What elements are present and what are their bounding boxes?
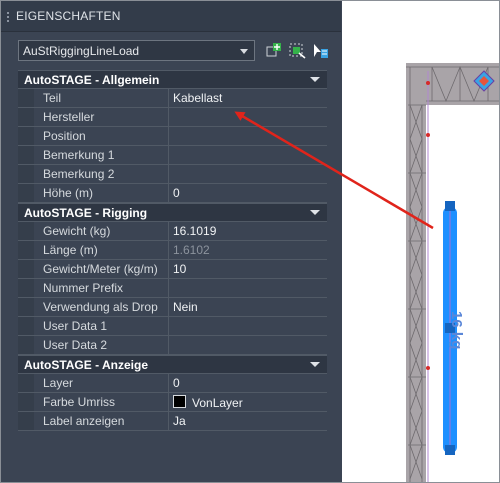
- drawing-viewport[interactable]: 16 kg: [342, 1, 499, 482]
- property-row-hoehe[interactable]: Höhe (m) 0: [18, 184, 327, 203]
- property-label: Layer: [43, 376, 74, 390]
- property-label-cell: Teil: [18, 89, 169, 107]
- property-label-cell: Nummer Prefix: [18, 279, 169, 297]
- property-value[interactable]: 10: [173, 262, 186, 276]
- property-label: User Data 1: [43, 319, 108, 333]
- property-value[interactable]: 16.1019: [173, 224, 216, 238]
- property-label: Höhe (m): [43, 186, 94, 200]
- quick-select-button[interactable]: [264, 41, 284, 61]
- property-row-hersteller[interactable]: Hersteller: [18, 108, 327, 127]
- property-label-cell: Gewicht/Meter (kg/m): [18, 260, 169, 278]
- window-frame: EIGENSCHAFTEN AuStRiggingLineLoad AutoST…: [0, 0, 500, 483]
- truss-opening: [426, 105, 499, 482]
- truss-drawing: 16 kg: [406, 63, 499, 482]
- color-swatch: [173, 395, 186, 408]
- property-label-cell: Länge (m): [18, 241, 169, 259]
- color-value[interactable]: VonLayer: [173, 395, 243, 410]
- collapse-icon[interactable]: [310, 362, 320, 367]
- node-marker: [426, 366, 430, 370]
- property-label-cell: User Data 1: [18, 317, 169, 335]
- object-type-select[interactable]: AuStRiggingLineLoad: [18, 40, 255, 61]
- property-row-nummer-prefix[interactable]: Nummer Prefix: [18, 279, 327, 298]
- palette-title: EIGENSCHAFTEN: [16, 9, 121, 23]
- property-row-user-data-1[interactable]: User Data 1: [18, 317, 327, 336]
- property-label: Teil: [43, 91, 62, 105]
- property-label-cell: Bemerkung 1: [18, 146, 169, 164]
- property-label: Bemerkung 2: [43, 167, 115, 181]
- property-row-user-data-2[interactable]: User Data 2: [18, 336, 327, 355]
- property-label-cell: Label anzeigen: [18, 412, 169, 430]
- collapse-icon[interactable]: [310, 77, 320, 82]
- property-label: Gewicht (kg): [43, 224, 111, 238]
- select-objects-button[interactable]: [287, 41, 307, 61]
- property-label: Nummer Prefix: [43, 281, 124, 295]
- section-allgemein[interactable]: AutoSTAGE - Allgemein: [18, 70, 327, 89]
- property-label: User Data 2: [43, 338, 108, 352]
- property-label-cell: Bemerkung 2: [18, 165, 169, 183]
- collapse-icon[interactable]: [310, 210, 320, 215]
- palette-titlebar[interactable]: EIGENSCHAFTEN: [1, 1, 341, 32]
- property-row-label-anzeigen[interactable]: Label anzeigen Ja: [18, 412, 327, 431]
- property-row-teil[interactable]: Teil Kabellast: [18, 89, 327, 108]
- property-label: Position: [43, 129, 86, 143]
- section-title: AutoSTAGE - Anzeige: [24, 358, 148, 372]
- property-label-cell: Höhe (m): [18, 184, 169, 202]
- property-value[interactable]: Kabellast: [173, 91, 222, 105]
- property-row-position[interactable]: Position: [18, 127, 327, 146]
- node-marker: [426, 81, 430, 85]
- node-marker: [426, 133, 430, 137]
- property-row-gewicht-meter[interactable]: Gewicht/Meter (kg/m) 10: [18, 260, 327, 279]
- property-row-laenge: Länge (m) 1.6102: [18, 241, 327, 260]
- toggle-pickadd-icon: [314, 44, 328, 58]
- property-label: Label anzeigen: [43, 414, 125, 428]
- section-anzeige[interactable]: AutoSTAGE - Anzeige: [18, 355, 327, 374]
- property-label: Farbe Umriss: [43, 395, 116, 409]
- property-label: Länge (m): [43, 243, 98, 257]
- property-row-bemerkung-2[interactable]: Bemerkung 2: [18, 165, 327, 184]
- property-grid: AutoSTAGE - Allgemein Teil Kabellast Hers…: [18, 70, 327, 431]
- grip-end[interactable]: [445, 445, 455, 455]
- property-label: Bemerkung 1: [43, 148, 115, 162]
- property-value: VonLayer: [192, 396, 243, 410]
- property-label: Hersteller: [43, 110, 95, 124]
- toggle-pickadd-button[interactable]: [310, 41, 330, 61]
- property-row-verwendung-drop[interactable]: Verwendung als Drop Nein: [18, 298, 327, 317]
- property-row-farbe-umriss[interactable]: Farbe Umriss VonLayer: [18, 393, 327, 412]
- chevron-down-icon: [240, 49, 248, 54]
- property-row-layer[interactable]: Layer 0: [18, 374, 327, 393]
- property-row-bemerkung-1[interactable]: Bemerkung 1: [18, 146, 327, 165]
- drag-grip-icon[interactable]: [7, 12, 13, 22]
- property-label: Gewicht/Meter (kg/m): [43, 262, 158, 276]
- property-label-cell: Farbe Umriss: [18, 393, 169, 411]
- quick-select-icon: [266, 43, 281, 57]
- property-label: Verwendung als Drop: [43, 300, 158, 314]
- property-label-cell: Position: [18, 127, 169, 145]
- property-label-cell: User Data 2: [18, 336, 169, 354]
- properties-palette: EIGENSCHAFTEN AuStRiggingLineLoad AutoST…: [1, 1, 341, 482]
- object-type-value: AuStRiggingLineLoad: [23, 44, 140, 58]
- property-value[interactable]: Nein: [173, 300, 198, 314]
- select-objects-icon: [289, 43, 306, 59]
- property-value[interactable]: 0: [173, 376, 180, 390]
- section-title: AutoSTAGE - Allgemein: [24, 73, 160, 87]
- property-label-cell: Verwendung als Drop: [18, 298, 169, 316]
- property-label-cell: Hersteller: [18, 108, 169, 126]
- property-label-cell: Gewicht (kg): [18, 222, 169, 240]
- property-value[interactable]: 0: [173, 186, 180, 200]
- property-value[interactable]: Ja: [173, 414, 186, 428]
- load-label: 16 kg: [448, 311, 465, 349]
- property-row-gewicht[interactable]: Gewicht (kg) 16.1019: [18, 222, 327, 241]
- property-value-readonly: 1.6102: [173, 243, 210, 257]
- section-title: AutoSTAGE - Rigging: [24, 206, 148, 220]
- section-rigging[interactable]: AutoSTAGE - Rigging: [18, 203, 327, 222]
- grip-start[interactable]: [445, 201, 455, 211]
- property-label-cell: Layer: [18, 374, 169, 392]
